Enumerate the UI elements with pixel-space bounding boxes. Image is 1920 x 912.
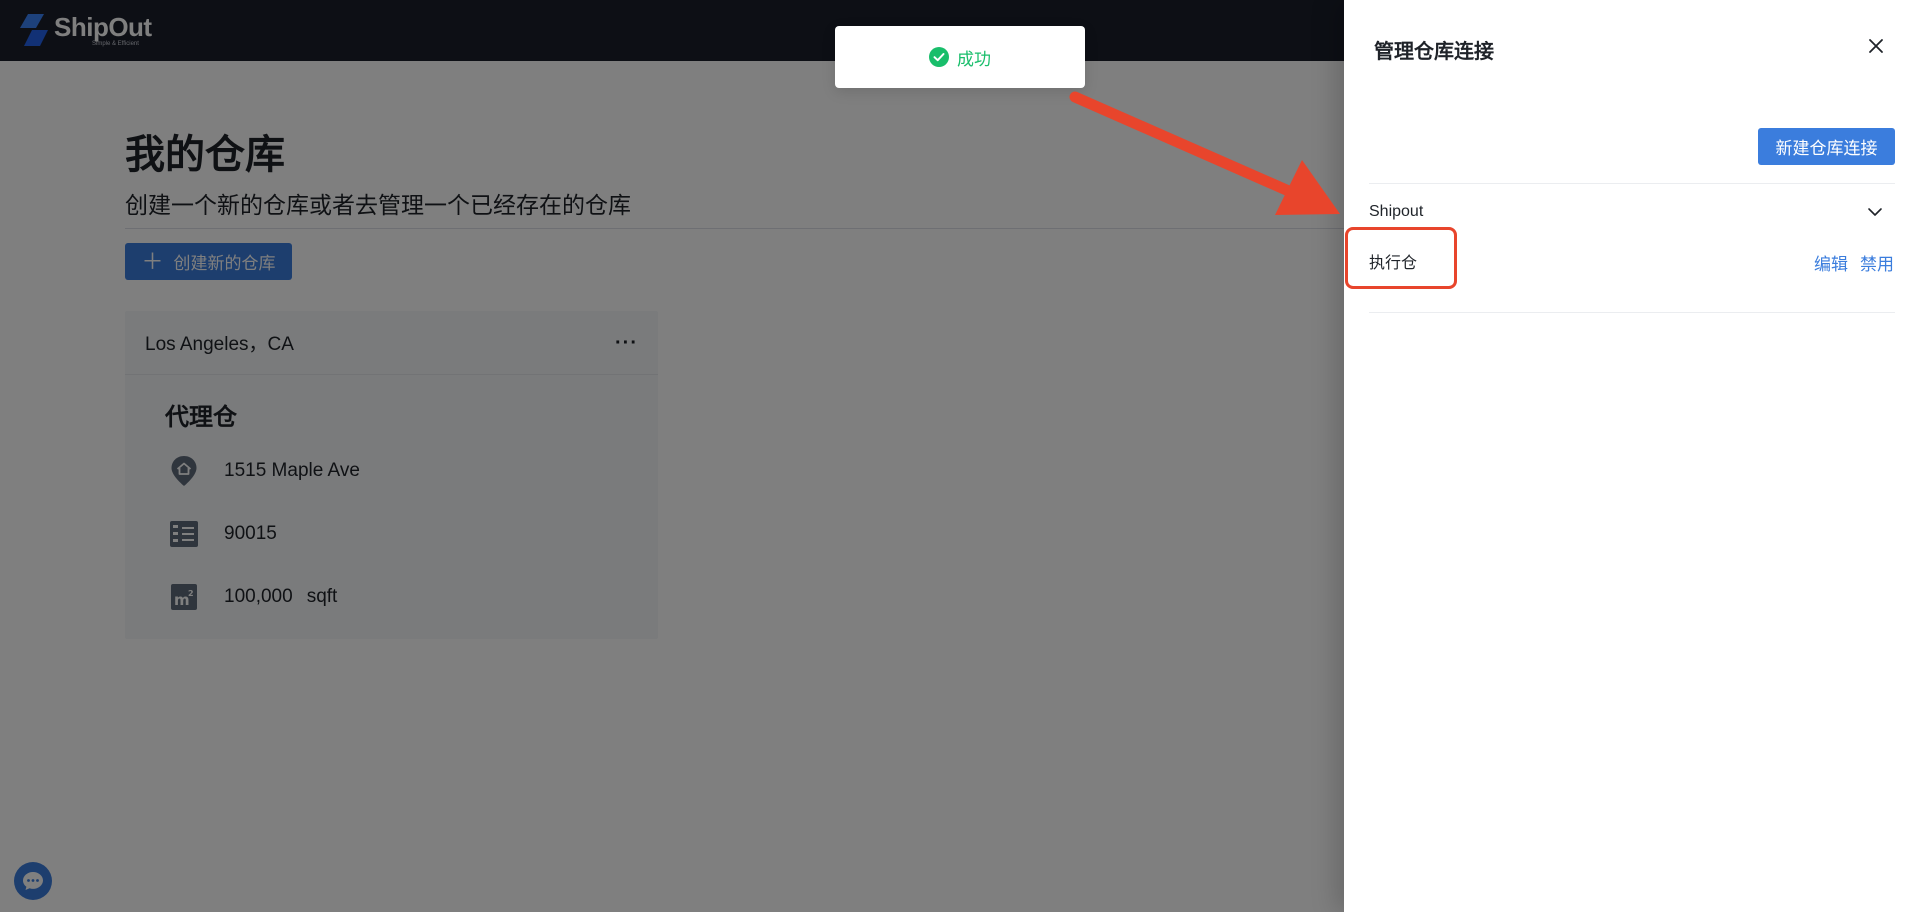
success-toast: 成功 xyxy=(835,26,1085,88)
connection-group-name[interactable]: Shipout xyxy=(1369,203,1423,221)
drawer-divider-bottom xyxy=(1369,312,1895,313)
connection-item-actions: 编辑 禁用 xyxy=(1814,250,1894,275)
disable-connection-link[interactable]: 禁用 xyxy=(1860,250,1894,275)
close-icon[interactable] xyxy=(1864,34,1888,58)
annotation-highlight-box xyxy=(1345,227,1457,289)
drawer-title: 管理仓库连接 xyxy=(1374,41,1494,63)
drawer-divider-top xyxy=(1369,183,1895,184)
manage-warehouse-connections-drawer: 管理仓库连接 新建仓库连接 Shipout 执行仓 编辑 禁用 xyxy=(1344,0,1920,912)
chevron-down-icon[interactable] xyxy=(1866,203,1884,221)
new-warehouse-connection-button[interactable]: 新建仓库连接 xyxy=(1758,128,1895,165)
toast-message: 成功 xyxy=(957,49,991,69)
check-circle-icon xyxy=(929,47,949,67)
edit-connection-link[interactable]: 编辑 xyxy=(1814,250,1848,275)
